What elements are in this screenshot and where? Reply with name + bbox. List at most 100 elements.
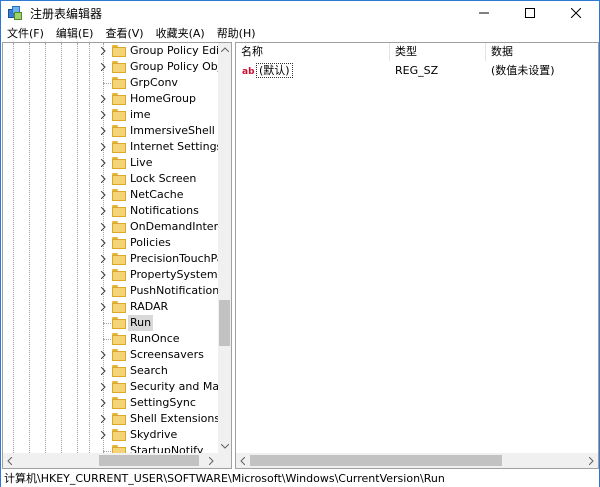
tree-item-label: ime bbox=[130, 108, 151, 121]
tree-item[interactable]: OnDemandInterface bbox=[3, 219, 231, 235]
window-title: 注册表编辑器 bbox=[30, 6, 103, 21]
scroll-left-icon[interactable] bbox=[236, 454, 249, 467]
tree-item-label: Notifications bbox=[130, 204, 199, 217]
tree-item[interactable]: RADAR bbox=[3, 299, 219, 315]
tree-item-label: Skydrive bbox=[130, 428, 178, 441]
tree-item[interactable]: Policies bbox=[3, 235, 219, 251]
folder-icon bbox=[112, 317, 126, 329]
tree-item-label: Internet Settings bbox=[130, 140, 223, 153]
chevron-right-icon[interactable] bbox=[98, 46, 108, 56]
chevron-right-icon[interactable] bbox=[98, 126, 108, 136]
tree-item[interactable]: Screensavers bbox=[3, 347, 219, 363]
tree-item[interactable]: Lock Screen bbox=[3, 171, 219, 187]
chevron-right-icon[interactable] bbox=[98, 110, 108, 120]
tree-horizontal-scrollbar[interactable] bbox=[3, 453, 218, 468]
tree-item[interactable]: Internet Settings bbox=[3, 139, 222, 155]
chevron-right-icon[interactable] bbox=[98, 238, 108, 248]
tree-item[interactable]: PropertySystem bbox=[3, 267, 219, 283]
chevron-right-icon[interactable] bbox=[98, 366, 108, 376]
menu-edit[interactable]: 编辑(E) bbox=[50, 25, 100, 43]
list-horizontal-scroll-thumb[interactable] bbox=[250, 455, 502, 466]
tree-connector bbox=[103, 339, 111, 340]
scroll-up-icon[interactable] bbox=[218, 43, 231, 56]
tree-vertical-scrollbar[interactable] bbox=[218, 43, 231, 453]
tree-item-label: Shell Extensions bbox=[130, 412, 221, 425]
folder-icon bbox=[112, 269, 126, 281]
tree-item[interactable]: GrpConv bbox=[3, 75, 219, 91]
folder-icon bbox=[112, 349, 126, 361]
close-icon bbox=[571, 8, 581, 18]
tree-item[interactable]: Group Policy Objec bbox=[3, 59, 231, 75]
tree-item[interactable]: HomeGroup bbox=[3, 91, 219, 107]
list-item[interactable]: ab (默认) REG_SZ (数值未设置) bbox=[236, 62, 598, 79]
tree-item-label: Live bbox=[130, 156, 153, 169]
tree-item-label: OnDemandInterface bbox=[130, 220, 232, 233]
chevron-right-icon[interactable] bbox=[98, 398, 108, 408]
menu-favorites[interactable]: 收藏夹(A) bbox=[150, 25, 211, 43]
tree-item[interactable]: SettingSync bbox=[3, 395, 219, 411]
menu-file[interactable]: 文件(F) bbox=[1, 25, 50, 43]
menu-view[interactable]: 查看(V) bbox=[99, 25, 149, 43]
chevron-right-icon[interactable] bbox=[98, 174, 108, 184]
tree-item-label: PropertySystem bbox=[130, 268, 218, 281]
tree-item[interactable]: Run bbox=[3, 315, 219, 331]
tree-item-label: Group Policy Editor bbox=[130, 44, 232, 57]
chevron-right-icon[interactable] bbox=[98, 414, 108, 424]
column-header-name[interactable]: 名称 bbox=[236, 43, 390, 61]
tree-item-label: HomeGroup bbox=[130, 92, 196, 105]
tree-vertical-scroll-thumb[interactable] bbox=[219, 300, 230, 346]
tree-horizontal-scroll-thumb[interactable] bbox=[99, 455, 199, 466]
chevron-right-icon[interactable] bbox=[98, 142, 108, 152]
menu-bar: 文件(F) 编辑(E) 查看(V) 收藏夹(A) 帮助(H) bbox=[1, 25, 599, 43]
folder-icon bbox=[112, 301, 126, 313]
tree-item[interactable]: Group Policy Editor bbox=[3, 43, 231, 59]
chevron-right-icon[interactable] bbox=[98, 94, 108, 104]
status-bar-path: 计算机\HKEY_CURRENT_USER\SOFTWARE\Microsoft… bbox=[1, 470, 599, 487]
list-horizontal-scrollbar[interactable] bbox=[236, 453, 598, 468]
scroll-left-icon[interactable] bbox=[3, 454, 16, 467]
tree-item[interactable]: Search bbox=[3, 363, 219, 379]
tree-item[interactable]: Shell Extensions bbox=[3, 411, 221, 427]
folder-icon bbox=[112, 429, 126, 441]
tree-item[interactable]: ImmersiveShell bbox=[3, 123, 219, 139]
chevron-right-icon[interactable] bbox=[98, 190, 108, 200]
tree-item[interactable]: RunOnce bbox=[3, 331, 219, 347]
scroll-right-icon[interactable] bbox=[205, 454, 218, 467]
tree-connector bbox=[103, 323, 111, 324]
tree-item-label: Security and Mainte bbox=[130, 380, 232, 393]
scroll-right-icon[interactable] bbox=[585, 454, 598, 467]
close-button[interactable] bbox=[553, 1, 599, 25]
chevron-right-icon[interactable] bbox=[98, 302, 108, 312]
tree-item[interactable]: Live bbox=[3, 155, 219, 171]
tree-item[interactable]: PushNotifications bbox=[3, 283, 225, 299]
chevron-right-icon[interactable] bbox=[98, 206, 108, 216]
chevron-right-icon[interactable] bbox=[98, 222, 108, 232]
maximize-button[interactable] bbox=[507, 1, 553, 25]
key-tree-pane[interactable]: Group Policy Editor Group Policy Objec Grp… bbox=[2, 42, 232, 469]
column-header-data[interactable]: 数据 bbox=[486, 43, 598, 61]
chevron-right-icon[interactable] bbox=[98, 286, 108, 296]
minimize-button[interactable] bbox=[461, 1, 507, 25]
tree-item[interactable]: Notifications bbox=[3, 203, 219, 219]
list-header: 名称 类型 数据 bbox=[236, 43, 598, 61]
chevron-right-icon[interactable] bbox=[98, 254, 108, 264]
minimize-icon bbox=[479, 12, 489, 14]
tree-item[interactable]: Skydrive bbox=[3, 427, 219, 443]
scroll-down-icon[interactable] bbox=[218, 440, 231, 453]
tree-item-label: Policies bbox=[130, 236, 171, 249]
folder-icon bbox=[112, 333, 126, 345]
column-header-type[interactable]: 类型 bbox=[390, 43, 486, 61]
value-list-pane[interactable]: 名称 类型 数据 ab (默认) REG_SZ (数值未设置) bbox=[235, 42, 599, 469]
title-bar[interactable]: 注册表编辑器 bbox=[1, 1, 599, 25]
tree-item[interactable]: ime bbox=[3, 107, 219, 123]
tree-item[interactable]: PrecisionTouchPad bbox=[3, 251, 231, 267]
tree-item[interactable]: NetCache bbox=[3, 187, 219, 203]
menu-help[interactable]: 帮助(H) bbox=[211, 25, 262, 43]
chevron-right-icon[interactable] bbox=[98, 158, 108, 168]
chevron-right-icon[interactable] bbox=[98, 430, 108, 440]
chevron-right-icon[interactable] bbox=[98, 382, 108, 392]
chevron-right-icon[interactable] bbox=[98, 270, 108, 280]
chevron-right-icon[interactable] bbox=[98, 350, 108, 360]
tree-item[interactable]: Security and Mainte bbox=[3, 379, 231, 395]
chevron-right-icon[interactable] bbox=[98, 62, 108, 72]
